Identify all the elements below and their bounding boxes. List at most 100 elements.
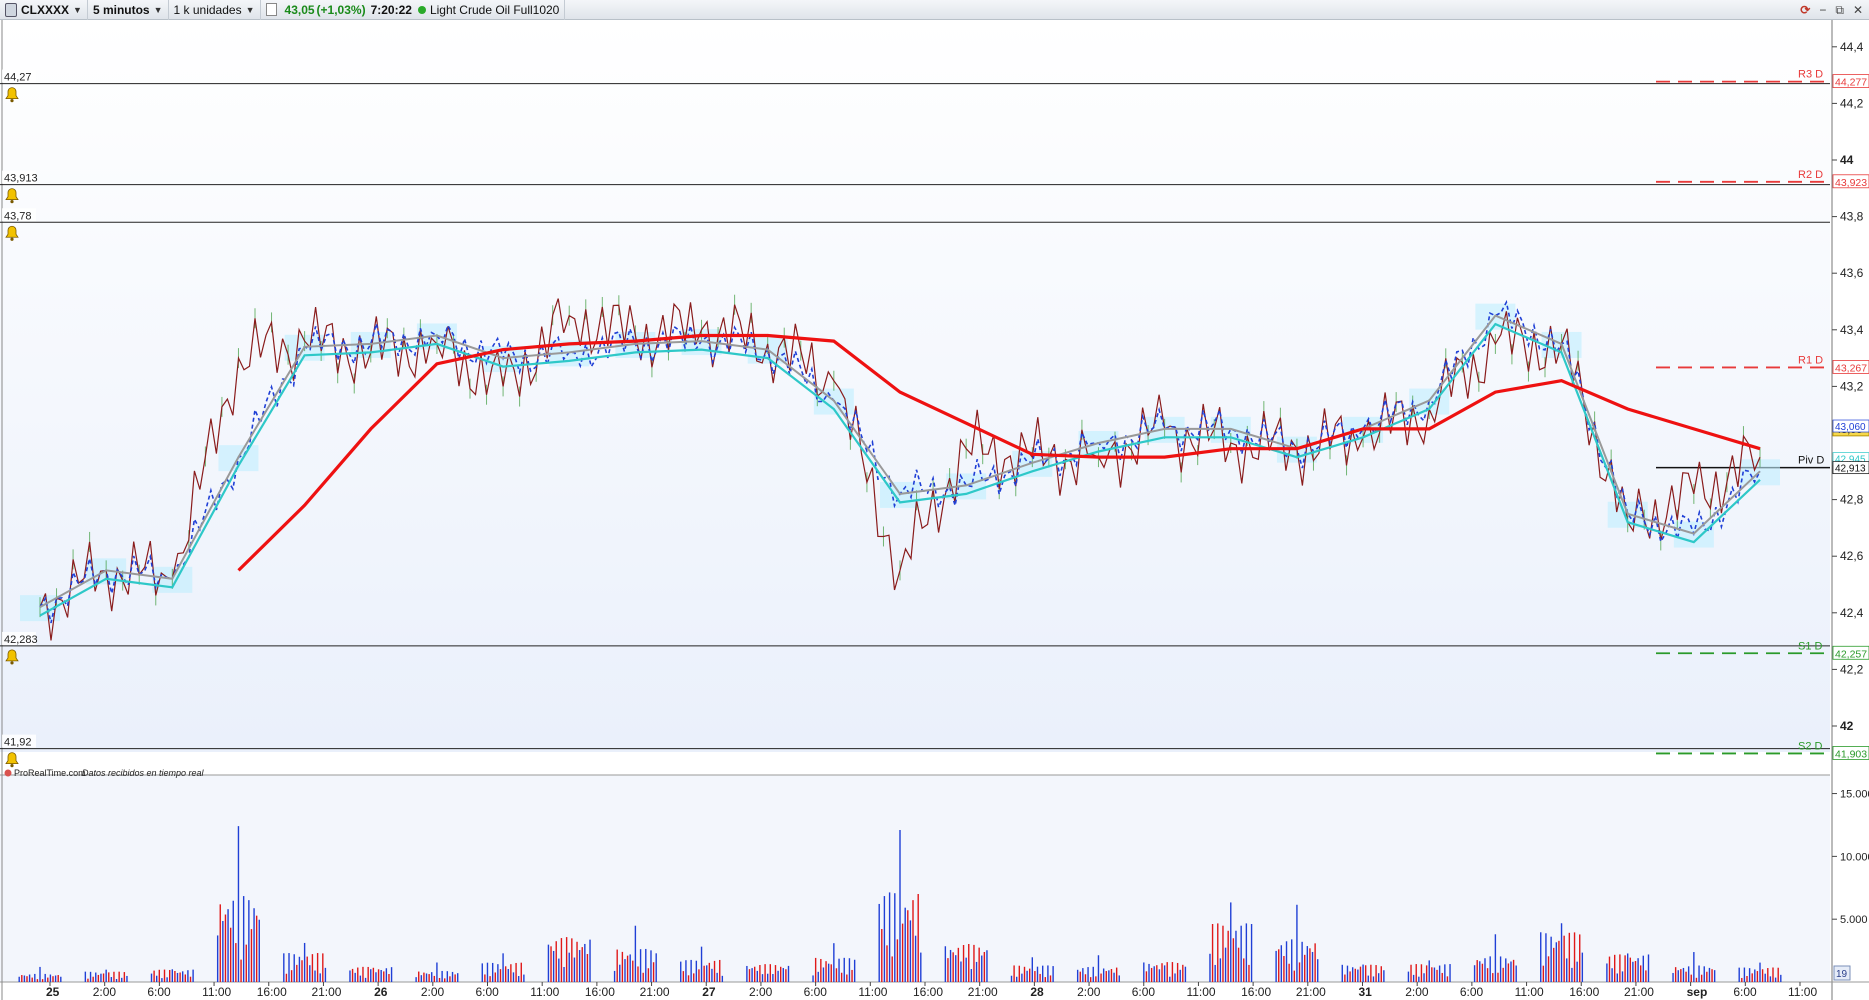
time-tick-label: 16:00 [585, 985, 615, 999]
time-tick-label: 6:00 [1733, 985, 1757, 999]
price-chart[interactable]: 44,4 44,2 44 43,8 43,6 43,4 43,2 42,8 42,6 42,4 42… [0, 20, 1869, 1000]
pivot-label: R2 D [1798, 169, 1823, 181]
price-tick-label: 42,8 [1840, 493, 1864, 507]
chevron-down-icon: ▼ [153, 4, 163, 15]
time-tick-label: 2:00 [93, 985, 117, 999]
prorealtime-logo-icon [4, 769, 12, 777]
instrument-name: Light Crude Oil Full1020 [429, 2, 560, 17]
time-tick-label: 11:00 [202, 985, 231, 999]
bell-shape [5, 752, 19, 765]
time-tick-label: 31 [1359, 985, 1373, 999]
time-tick-label: 21:00 [968, 985, 998, 999]
pivot-value: 44,277 [1835, 77, 1867, 89]
bell-icon[interactable] [5, 752, 19, 768]
chart-canvas[interactable]: 44,4 44,2 44 43,8 43,6 43,4 43,2 42,8 42,6 42,4 42… [0, 20, 1869, 1000]
source-label: ProRealTime.com [14, 768, 86, 778]
price-tick-label: 42,4 [1840, 606, 1864, 620]
volume-counter: 19 [1836, 969, 1848, 980]
close-button[interactable]: ✕ [1853, 3, 1863, 17]
alert-value: 43,913 [4, 173, 38, 185]
price-tick-label: 43,8 [1840, 210, 1864, 224]
chevron-down-icon: ▼ [245, 4, 255, 15]
pivot-value: 43,267 [1835, 362, 1867, 374]
time-tick-label: sep [1687, 985, 1708, 999]
time-tick-label: 11:00 [1515, 985, 1544, 999]
price-tick-label: 44 [1840, 153, 1854, 167]
time-tick-label: 16:00 [257, 985, 287, 999]
price-tag: 42,913 [1835, 464, 1866, 475]
time-tick-label: 6:00 [147, 985, 171, 999]
alert-value: 44,27 [4, 72, 32, 84]
restore-button[interactable]: ⧉ [1835, 3, 1844, 18]
time-tick-label: 21:00 [1296, 985, 1326, 999]
pivot-label: S2 D [1798, 740, 1823, 752]
timeframe-selector[interactable]: 5 minutos ▼ [88, 0, 169, 20]
price-tick-label: 44,4 [1840, 40, 1864, 54]
quote-info: 43,05 (+1,03%) 7:20:22 Light Crude Oil F… [261, 0, 566, 20]
clock-time: 7:20:22 [370, 2, 412, 17]
time-tick-label: 6:00 [804, 985, 828, 999]
price-tick-label: 43,2 [1840, 379, 1864, 393]
last-price: 43,05 [284, 2, 315, 17]
volume-tick-label: 5.000 [1840, 914, 1868, 926]
pivot-value: 43,923 [1835, 177, 1867, 189]
time-tick-label: 21:00 [640, 985, 670, 999]
price-tick-label: 42,6 [1840, 549, 1864, 563]
price-tick-label: 42 [1840, 719, 1854, 733]
time-tick-label: 25 [46, 985, 60, 999]
time-tick-label: 2:00 [421, 985, 445, 999]
time-tick-label: 2:00 [1405, 985, 1429, 999]
bell-clapper [10, 237, 14, 241]
time-tick-label: 26 [374, 985, 388, 999]
pivot-label: S1 D [1798, 640, 1823, 652]
price-tick-label: 43,6 [1840, 266, 1864, 280]
time-tick-label: 11:00 [530, 985, 559, 999]
time-tick-label: 11:00 [1186, 985, 1215, 999]
price-tick-label: 42,2 [1840, 662, 1864, 676]
price-panel-background [0, 20, 1830, 752]
pivot-label: R3 D [1798, 69, 1823, 81]
alert-value: 41,92 [4, 737, 32, 749]
pivot-label: Piv D [1798, 455, 1824, 467]
alert-value: 42,283 [4, 634, 38, 646]
status-label: Datos recibidos en tiempo real [82, 768, 205, 778]
time-tick-label: 6:00 [1132, 985, 1156, 999]
time-axis: 25 2:00 6:00 11:00 16:00 21:00 26 2:00 6:00 11:00… [46, 982, 1817, 999]
time-tick-label: 16:00 [1241, 985, 1271, 999]
pivot-value: 41,903 [1835, 748, 1867, 760]
time-tick-label: 27 [702, 985, 716, 999]
chart-toolbar: CLXXXX ▼ 5 minutos ▼ 1 k unidades ▼ 43,0… [0, 0, 1869, 20]
bell-clapper [10, 98, 14, 103]
volume-tick-label: 15.000 [1840, 789, 1869, 801]
info-icon[interactable] [265, 3, 277, 16]
bell-clapper [10, 200, 14, 204]
volume-tick-label: 10.000 [1840, 851, 1869, 863]
pivot-value: 42,257 [1835, 648, 1867, 660]
chevron-down-icon: ▼ [73, 4, 82, 15]
realtime-status-icon [417, 5, 426, 14]
time-tick-label: 6:00 [476, 985, 500, 999]
time-tick-label: 16:00 [913, 985, 943, 999]
time-tick-label: 6:00 [1460, 985, 1484, 999]
alert-value: 43,78 [4, 210, 32, 222]
time-tick-label: 11:00 [858, 985, 887, 999]
price-change: (+1,03%) [316, 2, 366, 17]
time-tick-label: 21:00 [311, 985, 341, 999]
pivot-label: R1 D [1798, 354, 1823, 366]
symbol-label: CLXXXX [21, 2, 70, 17]
timeframe-label: 5 minutos [92, 2, 150, 17]
refresh-icon[interactable]: ⟳ [1800, 3, 1810, 17]
time-tick-label: 2:00 [749, 985, 773, 999]
time-tick-label: 11:00 [1788, 985, 1817, 999]
minimize-button[interactable]: − [1819, 3, 1826, 17]
symbol-selector[interactable]: CLXXXX ▼ [0, 0, 88, 20]
price-tick-label: 44,2 [1840, 96, 1864, 110]
price-tag: 43,060 [1835, 422, 1866, 433]
time-tick-label: 21:00 [1624, 985, 1654, 999]
window-controls: ⟳ − ⧉ ✕ [1800, 0, 1863, 20]
units-label: 1 k unidades [173, 2, 242, 17]
bell-clapper [10, 764, 14, 768]
time-tick-label: 28 [1030, 985, 1044, 999]
units-selector[interactable]: 1 k unidades ▼ [169, 0, 261, 20]
settings-icon[interactable] [5, 2, 17, 17]
